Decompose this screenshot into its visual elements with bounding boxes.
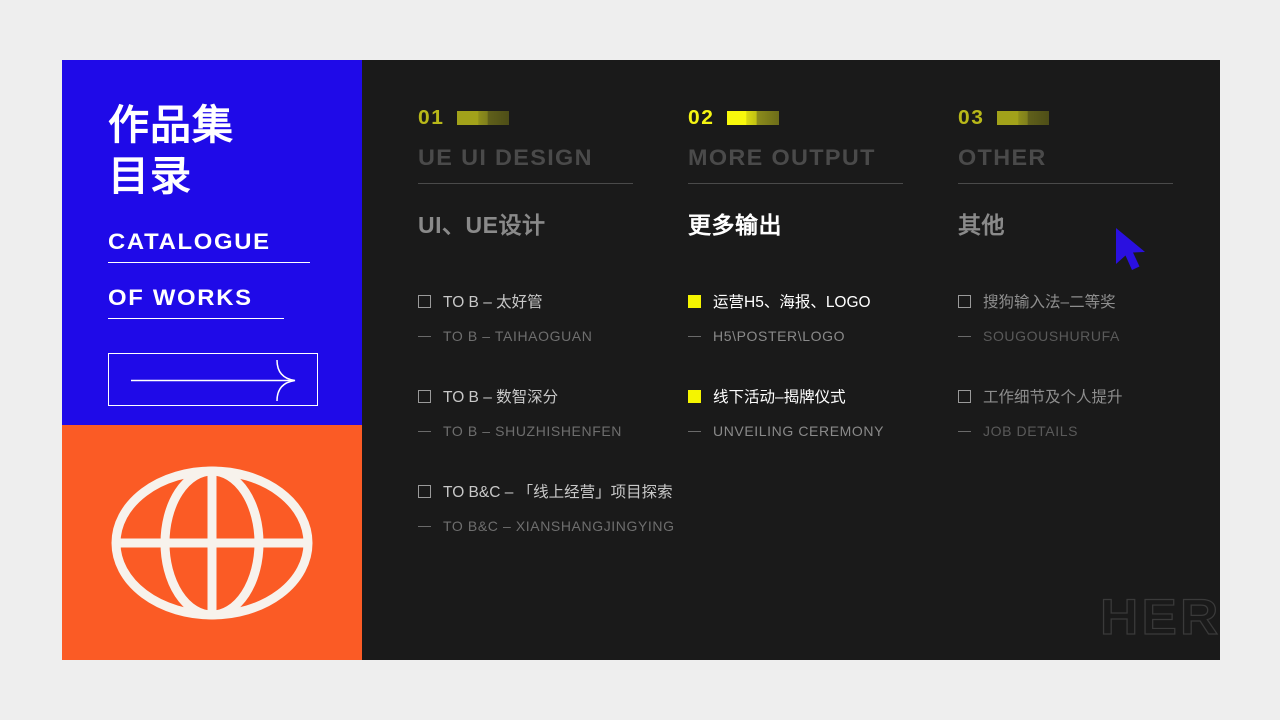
column-01-items: TO B – 太好管 TO B – TAIHAOGUAN TO B – 数智深分 (418, 290, 688, 534)
checkbox-filled-icon[interactable] (688, 389, 701, 403)
column-03: 03 OTHER 其他 搜狗输入法–二等奖 SOUGOUSHURUFA 工作细节… (958, 107, 1220, 575)
cover-title-line-2: 目录 (108, 153, 192, 200)
list-item-sublabel: UNVEILING CEREMONY (713, 423, 885, 439)
list-item-main: 工作细节及个人提升 (958, 385, 1220, 407)
column-02-accent-bar (727, 111, 780, 125)
dash-icon (958, 430, 971, 432)
globe-icon (108, 463, 316, 623)
dash-icon (418, 335, 431, 337)
list-item-sub: JOB DETAILS (958, 423, 1220, 439)
list-item-label: 工作细节及个人提升 (983, 389, 1123, 406)
list-item-sublabel: SOUGOUSHURUFA (983, 328, 1120, 344)
list-item-main: 线下活动–揭牌仪式 (688, 385, 958, 407)
dash-icon (958, 335, 971, 337)
column-01-en-title: UE UI DESIGN (418, 145, 593, 170)
dash-icon (688, 430, 701, 432)
list-item[interactable]: 工作细节及个人提升 JOB DETAILS (958, 385, 1220, 439)
footer-outline-text: HERE IS MY RES (1099, 589, 1220, 645)
cover-en-rule-1 (108, 261, 310, 263)
dash-icon (418, 525, 431, 527)
column-03-cn-title: 其他 (958, 212, 1005, 238)
column-03-en-title: OTHER (958, 145, 1047, 170)
dash-icon (418, 430, 431, 432)
next-arrow-button[interactable] (108, 352, 318, 406)
list-item-sub: TO B&C – XIANSHANGJINGYING (418, 518, 688, 534)
list-item-sub: SOUGOUSHURUFA (958, 328, 1220, 344)
list-item-main: TO B – 数智深分 (418, 385, 688, 407)
cover-en-line-1: CATALOGUE (108, 228, 271, 254)
list-item-sublabel: H5\POSTER\LOGO (713, 328, 846, 344)
checkbox-hollow-icon[interactable] (418, 484, 431, 498)
list-item-label: TO B – 数智深分 (443, 389, 559, 406)
column-03-accent-bar (997, 111, 1050, 125)
column-02-en-title: MORE OUTPUT (688, 145, 876, 170)
cover-en-block-2: OF WORKS (108, 285, 310, 319)
checkbox-hollow-icon[interactable] (418, 294, 431, 308)
list-item-sub: TO B – SHUZHISHENFEN (418, 423, 688, 439)
column-01-number: 01 (418, 107, 445, 129)
list-item-sublabel: TO B&C – XIANSHANGJINGYING (443, 518, 675, 534)
arrow-right-icon (131, 359, 296, 401)
checkbox-hollow-icon[interactable] (418, 389, 431, 403)
cover-bottom-orange (62, 425, 362, 660)
dash-icon (688, 335, 701, 337)
column-02: 02 MORE OUTPUT 更多输出 运营H5、海报、LOGO H5\POST… (688, 107, 958, 575)
column-02-divider (688, 183, 903, 184)
cover-chinese-title: 作品集 目录 (108, 100, 362, 203)
list-item-label: 线下活动–揭牌仪式 (713, 389, 846, 406)
cover-panel: 作品集 目录 CATALOGUE OF WORKS (62, 60, 362, 660)
list-item[interactable]: TO B – 数智深分 TO B – SHUZHISHENFEN (418, 385, 688, 439)
slide-canvas: 作品集 目录 CATALOGUE OF WORKS 01 UE UI DESIG… (62, 60, 1220, 660)
list-item[interactable]: 运营H5、海报、LOGO H5\POSTER\LOGO (688, 290, 958, 344)
columns-container: 01 UE UI DESIGN UI、UE设计 TO B – 太好管 TO B … (362, 107, 1220, 575)
list-item-label: 运营H5、海报、LOGO (713, 294, 871, 311)
list-item[interactable]: TO B&C – 「线上经营」项目探索 TO B&C – XIANSHANGJI… (418, 480, 688, 534)
list-item-sub: TO B – TAIHAOGUAN (418, 328, 688, 344)
column-01-cn-title: UI、UE设计 (418, 212, 546, 238)
checkbox-hollow-icon[interactable] (958, 389, 971, 403)
column-02-number: 02 (688, 107, 715, 129)
list-item-sublabel: TO B – TAIHAOGUAN (443, 328, 593, 344)
checkbox-filled-icon[interactable] (688, 294, 701, 308)
list-item-label: 搜狗输入法–二等奖 (983, 294, 1116, 311)
list-item-main: TO B&C – 「线上经营」项目探索 (418, 480, 688, 502)
list-item[interactable]: TO B – 太好管 TO B – TAIHAOGUAN (418, 290, 688, 344)
column-01-accent-bar (457, 111, 510, 125)
checkbox-hollow-icon[interactable] (958, 294, 971, 308)
cover-en-rule-2 (108, 317, 284, 319)
cover-en-line-2: OF WORKS (108, 284, 253, 310)
column-01-number-row: 01 (418, 107, 688, 129)
list-item-sublabel: JOB DETAILS (983, 423, 1079, 439)
column-03-divider (958, 183, 1173, 184)
list-item-main: TO B – 太好管 (418, 290, 688, 312)
column-03-items: 搜狗输入法–二等奖 SOUGOUSHURUFA 工作细节及个人提升 JOB DE… (958, 290, 1220, 439)
column-02-cn-title: 更多输出 (688, 212, 782, 238)
content-panel: 01 UE UI DESIGN UI、UE设计 TO B – 太好管 TO B … (362, 60, 1220, 660)
cover-top-blue: 作品集 目录 CATALOGUE OF WORKS (62, 60, 362, 425)
list-item-label: TO B&C – 「线上经营」项目探索 (443, 484, 673, 501)
list-item-sub: H5\POSTER\LOGO (688, 328, 958, 344)
cover-en-block-1: CATALOGUE (108, 229, 310, 263)
list-item-main: 运营H5、海报、LOGO (688, 290, 958, 312)
list-item-label: TO B – 太好管 (443, 294, 543, 311)
list-item[interactable]: 搜狗输入法–二等奖 SOUGOUSHURUFA (958, 290, 1220, 344)
cover-title-line-1: 作品集 (108, 102, 234, 148)
column-01: 01 UE UI DESIGN UI、UE设计 TO B – 太好管 TO B … (418, 107, 688, 575)
column-03-number-row: 03 (958, 107, 1220, 129)
column-03-number: 03 (958, 107, 985, 129)
list-item[interactable]: 线下活动–揭牌仪式 UNVEILING CEREMONY (688, 385, 958, 439)
column-01-divider (418, 183, 633, 184)
column-02-number-row: 02 (688, 107, 958, 129)
list-item-sub: UNVEILING CEREMONY (688, 423, 958, 439)
column-02-items: 运营H5、海报、LOGO H5\POSTER\LOGO 线下活动–揭牌仪式 UN… (688, 290, 958, 439)
list-item-sublabel: TO B – SHUZHISHENFEN (443, 423, 622, 439)
list-item-main: 搜狗输入法–二等奖 (958, 290, 1220, 312)
